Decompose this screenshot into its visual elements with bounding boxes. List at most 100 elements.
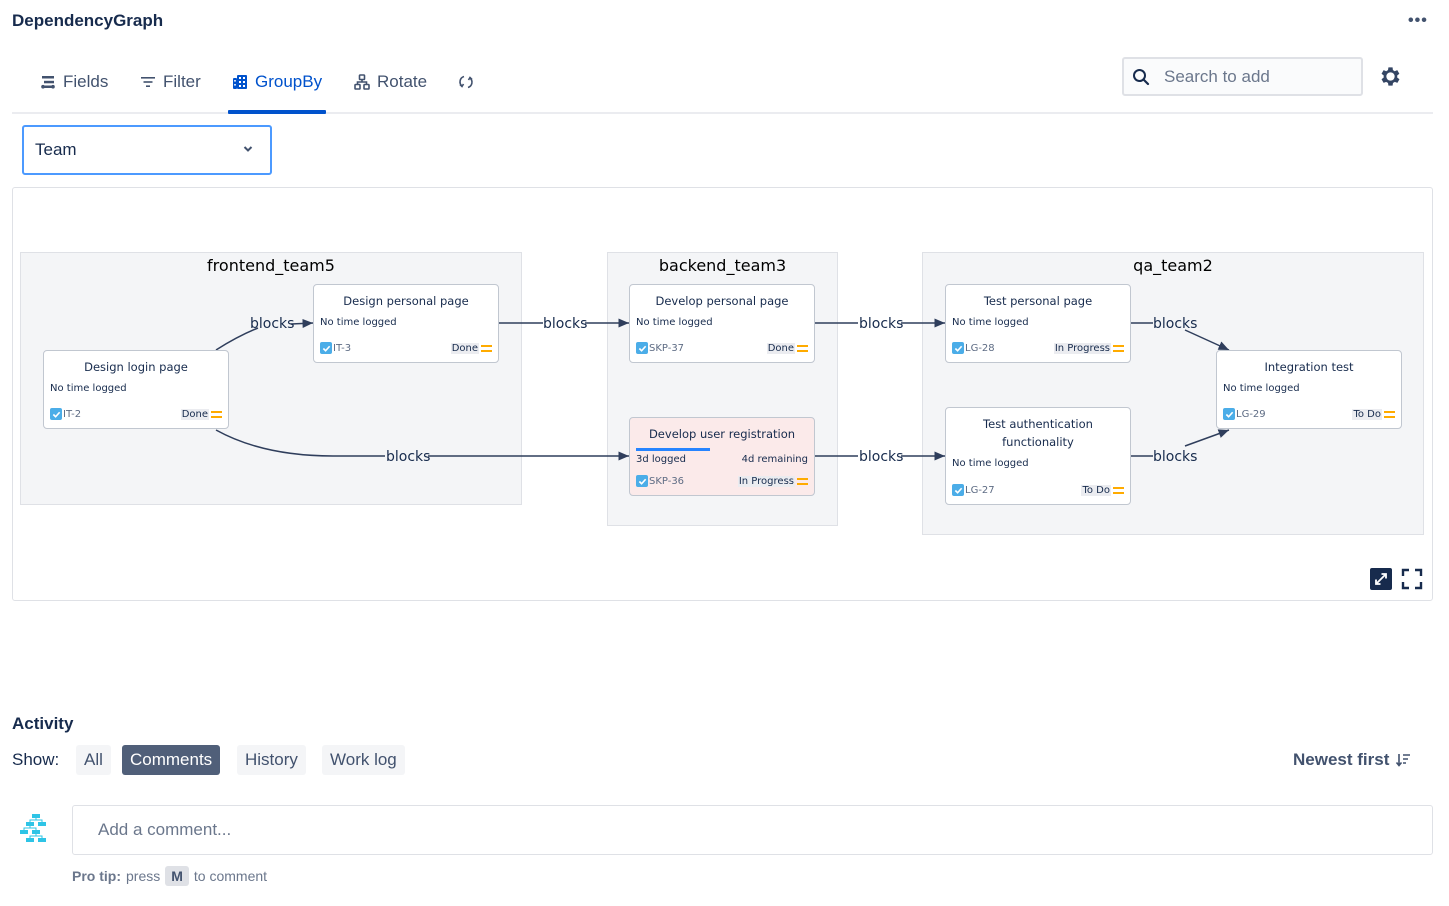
edge-label: blocks — [859, 316, 903, 332]
task-checkbox-icon — [1223, 408, 1235, 420]
node-time: No time logged — [636, 317, 814, 328]
priority-medium-icon — [797, 477, 808, 485]
tab-label: Filter — [163, 72, 201, 91]
tab-label: GroupBy — [255, 72, 323, 91]
issue-key[interactable]: LG-27 — [965, 485, 995, 496]
priority-medium-icon — [1113, 486, 1124, 494]
groupby-select-value: Team — [35, 140, 77, 159]
time-remaining: 4d remaining — [741, 454, 808, 465]
node-time: 3d logged 4d remaining — [636, 454, 814, 465]
edge-label: blocks — [543, 316, 587, 332]
node-title: Test personal page — [983, 294, 1093, 308]
fit-to-view-button[interactable] — [1370, 568, 1392, 590]
issue-key[interactable]: IT-2 — [63, 409, 81, 420]
edge-label: blocks — [1153, 316, 1197, 332]
time-logged: 3d logged — [636, 454, 686, 465]
graph-toolbar: Fields Filter GroupBy Rotate — [12, 52, 1433, 114]
edge-label: blocks — [859, 449, 903, 465]
edge-label: blocks — [386, 449, 430, 465]
priority-medium-icon — [797, 344, 808, 352]
more-actions-button[interactable]: ••• — [1408, 12, 1428, 30]
node-title: Integration test — [1264, 360, 1354, 374]
issue-node[interactable]: Develop user registration 3d logged 4d r… — [629, 417, 815, 496]
priority-medium-icon — [1113, 344, 1124, 352]
status-badge: In Progress — [737, 475, 795, 487]
fullscreen-icon[interactable] — [1401, 568, 1423, 590]
gear-icon[interactable] — [1378, 64, 1403, 89]
task-checkbox-icon — [952, 484, 964, 496]
app-title: DependencyGraph — [12, 11, 164, 30]
node-time: No time logged — [952, 458, 1130, 469]
issue-node[interactable]: Develop personal page No time logged SKP… — [629, 284, 815, 363]
sort-order-button[interactable]: Newest first — [1293, 750, 1411, 770]
node-time: No time logged — [50, 383, 228, 394]
issue-key[interactable]: LG-29 — [1236, 409, 1266, 420]
groupby-icon — [233, 75, 247, 89]
filter-all-button[interactable]: All — [76, 745, 111, 775]
status-badge: Done — [180, 408, 209, 420]
time-logged: No time logged — [952, 317, 1029, 328]
search-icon — [1133, 68, 1150, 85]
search-input[interactable] — [1162, 65, 1352, 88]
time-progress-bar — [636, 448, 710, 451]
tab-fields[interactable]: Fields — [40, 52, 108, 112]
filter-history-button[interactable]: History — [237, 745, 306, 775]
filter-worklog-button[interactable]: Work log — [322, 745, 405, 775]
filter-comments-button[interactable]: Comments — [122, 745, 221, 775]
issue-key[interactable]: LG-28 — [965, 343, 995, 354]
task-checkbox-icon — [636, 342, 648, 354]
time-logged: No time logged — [1223, 383, 1300, 394]
priority-medium-icon — [1384, 410, 1395, 418]
status-badge: To Do — [1081, 484, 1111, 496]
protip-press: press — [126, 868, 161, 884]
edge-lg27-lg29-b — [1184, 429, 1230, 447]
issue-node[interactable]: Test personal page No time logged LG-28 … — [945, 284, 1131, 363]
edge-label: blocks — [1153, 449, 1197, 465]
rotate-hierarchy-icon — [354, 74, 370, 90]
node-title: Design personal page — [343, 294, 469, 308]
issue-key[interactable]: IT-3 — [333, 343, 351, 354]
groupby-select[interactable]: Team — [22, 125, 272, 175]
fit-to-view-icon — [1375, 573, 1387, 585]
node-title: Design login page — [84, 360, 188, 374]
filter-icon — [141, 77, 155, 87]
tab-filter[interactable]: Filter — [140, 52, 201, 112]
dependency-graph-canvas[interactable]: frontend_team5 backend_team3 qa_team2 bl… — [12, 187, 1433, 601]
task-checkbox-icon — [952, 342, 964, 354]
search-field[interactable] — [1122, 57, 1363, 96]
protip-suffix: to comment — [193, 868, 268, 884]
edge-it2-skp36 — [215, 429, 385, 457]
show-label: Show: — [12, 750, 60, 769]
issue-node[interactable]: Integration test No time logged LG-29 To… — [1216, 350, 1402, 429]
issue-key[interactable]: SKP-37 — [649, 343, 684, 354]
fields-icon — [41, 76, 55, 89]
tab-label: Rotate — [377, 72, 428, 91]
issue-node[interactable]: Test authentication functionality No tim… — [945, 407, 1131, 505]
issue-key[interactable]: SKP-36 — [649, 476, 684, 487]
task-checkbox-icon — [320, 342, 332, 354]
tab-rotate[interactable]: Rotate — [354, 52, 427, 112]
edge-lg28-lg29-b — [1184, 329, 1230, 351]
issue-node[interactable]: Design personal page No time logged IT-3… — [313, 284, 499, 363]
time-logged: No time logged — [320, 317, 397, 328]
node-title: Test authentication functionality — [983, 417, 1093, 449]
edge-label: blocks — [250, 316, 294, 332]
priority-medium-icon — [211, 410, 222, 418]
node-time: No time logged — [1223, 383, 1401, 394]
add-comment-input[interactable]: Add a comment... — [72, 805, 1433, 855]
time-logged: No time logged — [50, 383, 127, 394]
node-title: Develop personal page — [655, 294, 789, 308]
time-logged: No time logged — [952, 458, 1029, 469]
node-time: No time logged — [952, 317, 1130, 328]
task-checkbox-icon — [50, 408, 62, 420]
priority-medium-icon — [481, 344, 492, 352]
keyboard-shortcut-key: M — [165, 866, 189, 886]
tab-label: Fields — [63, 72, 109, 91]
pro-tip: Pro tip: press M to comment — [72, 866, 267, 886]
status-badge: To Do — [1352, 408, 1382, 420]
activity-heading: Activity — [12, 714, 74, 733]
protip-prefix: Pro tip: — [72, 868, 121, 884]
issue-node[interactable]: Design login page No time logged IT-2 Do… — [43, 350, 229, 429]
tab-groupby[interactable]: GroupBy — [228, 52, 327, 114]
refresh-button[interactable] — [458, 52, 474, 112]
